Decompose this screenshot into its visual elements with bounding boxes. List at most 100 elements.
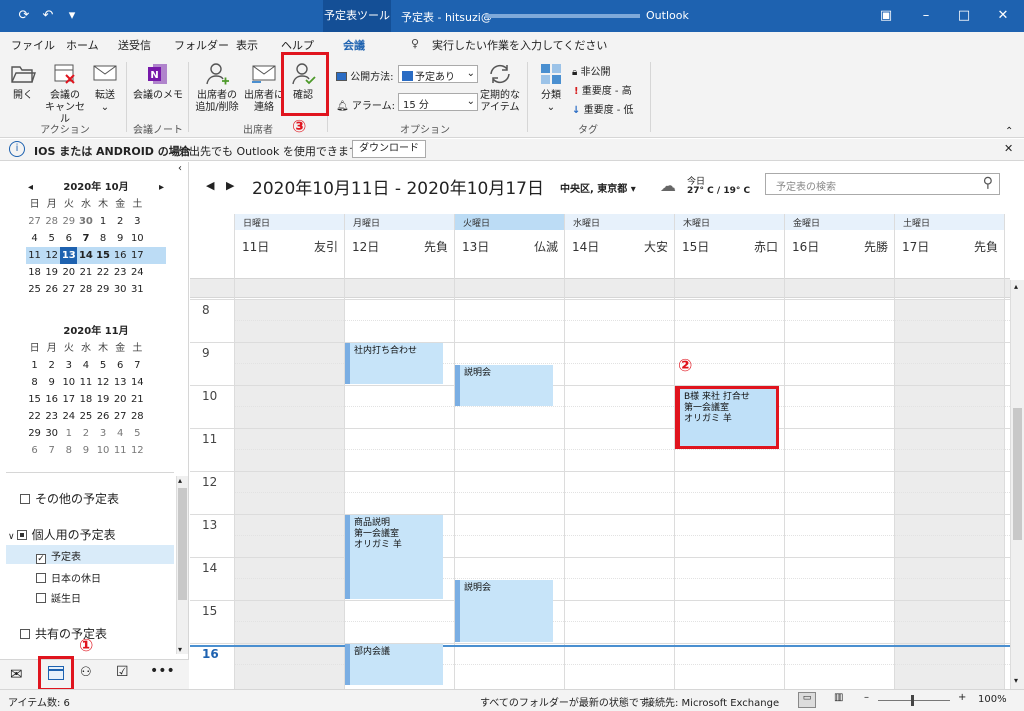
day-cell[interactable]: 20 [60,264,77,281]
day-cell[interactable]: 16 [43,391,60,408]
grid-scrollbar[interactable]: ▴ ▾ [1010,280,1024,689]
collapse-pane-icon[interactable]: ‹ [178,163,182,174]
close-info-icon[interactable]: ✕ [1004,142,1013,155]
day-cell[interactable]: 10 [95,442,112,459]
minimize-icon[interactable]: – [916,6,936,26]
day-cell[interactable]: 27 [112,408,129,425]
more-icon[interactable]: ••• [150,663,175,679]
prev-month-icon[interactable]: ◂ [28,180,33,196]
day-cell[interactable]: 13 [112,374,129,391]
day-cell[interactable]: 18 [26,264,43,281]
day-cell[interactable]: 3 [60,357,77,374]
day-cell[interactable]: 30 [77,213,94,230]
menu-send-receive[interactable]: 送受信 [118,37,151,53]
day-cell[interactable]: 7 [77,230,94,247]
day-cell[interactable]: 21 [129,391,146,408]
zoom-slider[interactable] [878,700,950,701]
appointment[interactable]: 説明会 [455,364,553,406]
day-cell[interactable]: 23 [43,408,60,425]
day-cell[interactable]: 13 [60,247,78,264]
day-cell[interactable]: 10 [129,230,146,247]
day-cell[interactable]: 28 [77,281,94,298]
day-cell[interactable]: 15 [95,247,112,264]
day-cell[interactable]: 5 [129,425,146,442]
day-cell[interactable]: 29 [26,425,43,442]
menu-folder[interactable]: フォルダー [174,37,229,53]
day-cell[interactable]: 28 [129,408,146,425]
day-cell[interactable]: 9 [112,230,129,247]
day-cell[interactable]: 6 [112,357,129,374]
day-header[interactable]: 月曜日 [344,214,454,230]
download-button[interactable]: ダウンロード [352,140,426,158]
day-cell[interactable]: 17 [129,247,146,264]
show-as-select[interactable]: 予定あり ⌄ [398,65,478,83]
menu-meeting[interactable]: 会議 [340,37,368,58]
high-importance-button[interactable]: ! 重要度 - 高 [574,82,632,97]
ribbon-display-icon[interactable]: ▣ [876,6,896,26]
appointment[interactable]: 商品説明 第一会議室 オリガミ 羊 [345,515,443,599]
appointment[interactable]: 部内会議 [345,644,443,685]
appointment[interactable]: 社内打ち合わせ [345,343,443,384]
categorize-button[interactable]: 分類 ⌄ [534,62,568,114]
day-cell[interactable]: 9 [77,442,94,459]
folder-calendar[interactable]: ✓ 予定表 [36,548,81,564]
folder-shared-calendars[interactable]: 共有の予定表 [20,625,107,642]
day-cell[interactable]: 4 [112,425,129,442]
normal-view-icon[interactable]: ▭ [798,692,816,708]
scroll-down-icon[interactable]: ▾ [1014,676,1018,685]
day-cell[interactable]: 24 [129,264,146,281]
checked-checkbox-icon[interactable]: ✓ [36,554,46,564]
day-cell[interactable]: 23 [112,264,129,281]
day-cell[interactable]: 1 [95,213,112,230]
next-week-icon[interactable]: ▶ [226,179,234,192]
checkbox-icon[interactable] [20,629,30,639]
day-cell[interactable]: 3 [95,425,112,442]
menu-file[interactable]: ファイル [11,37,55,53]
checkbox-icon[interactable] [36,593,46,603]
day-cell[interactable]: 31 [129,281,146,298]
day-cell[interactable]: 4 [26,230,43,247]
undo-icon[interactable]: ↶ [38,6,58,26]
day-cell[interactable]: 7 [43,442,60,459]
day-cell[interactable]: 12 [129,442,146,459]
day-header[interactable]: 金曜日 [784,214,894,230]
day-cell[interactable]: 3 [129,213,146,230]
folder-calendar-selected[interactable] [6,545,174,564]
day-cell[interactable]: 20 [112,391,129,408]
day-cell[interactable]: 11 [112,442,129,459]
menu-help[interactable]: ヘルプ [281,37,314,53]
day-cell[interactable]: 8 [26,374,43,391]
zoom-thumb[interactable] [911,695,914,706]
checkbox-partial-icon[interactable] [16,530,27,540]
day-cell[interactable]: 29 [95,281,112,298]
prev-week-icon[interactable]: ◀ [206,179,214,192]
day-cell[interactable]: 16 [112,247,129,264]
day-cell[interactable]: 22 [95,264,112,281]
scroll-thumb[interactable] [1013,408,1022,540]
zoom-out-icon[interactable]: – [864,692,869,703]
day-cell[interactable]: 30 [43,425,60,442]
day-cell[interactable]: 6 [60,230,77,247]
day-cell[interactable]: 2 [112,213,129,230]
scroll-up-icon[interactable]: ▴ [1014,282,1018,291]
day-cell[interactable]: 1 [26,357,43,374]
day-cell[interactable]: 21 [77,264,94,281]
day-cell[interactable]: 28 [43,213,60,230]
day-cell[interactable]: 30 [112,281,129,298]
day-cell[interactable]: 12 [43,247,60,264]
day-cell[interactable]: 6 [26,442,43,459]
all-day-row[interactable] [190,278,1010,298]
day-cell[interactable]: 19 [95,391,112,408]
day-header[interactable]: 日曜日 [234,214,344,230]
day-cell[interactable]: 27 [60,281,77,298]
search-icon[interactable]: ⚲ [983,175,993,191]
reminder-select[interactable]: 15 分 ⌄ [398,93,478,111]
folder-birthdays[interactable]: 誕生日 [36,590,81,605]
zoom-in-icon[interactable]: + [958,692,966,703]
day-header[interactable]: 水曜日 [564,214,674,230]
forward-button[interactable]: 転送 ⌄ [88,62,122,114]
day-cell[interactable]: 1 [60,425,77,442]
day-cell[interactable]: 26 [43,281,60,298]
day-cell[interactable]: 11 [26,247,43,264]
meeting-notes-button[interactable]: N 会議のメモ [132,62,184,102]
